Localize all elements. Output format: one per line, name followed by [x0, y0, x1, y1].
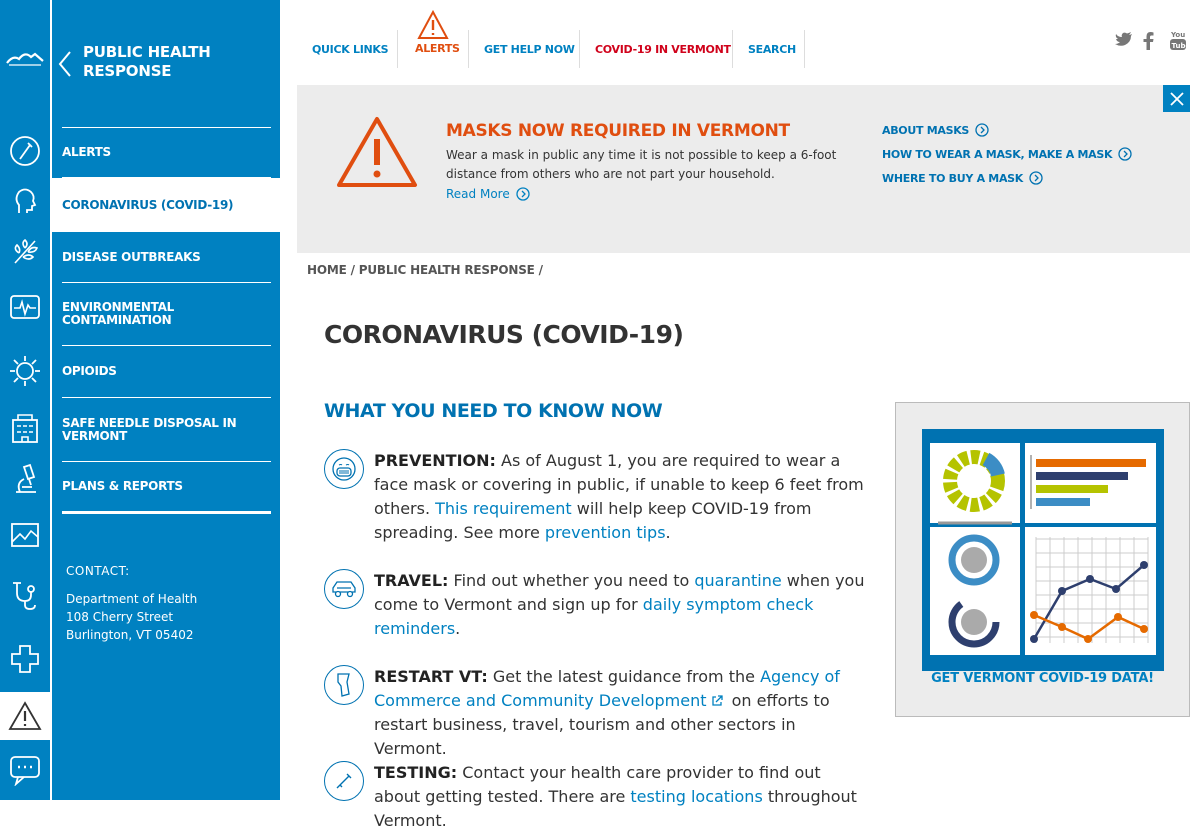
facebook-icon[interactable]: [1142, 32, 1154, 50]
nav-divider: [468, 30, 469, 68]
where-to-buy-mask-link[interactable]: WHERE TO BUY A MASK: [882, 166, 1132, 190]
nav-item-alerts[interactable]: ALERTS: [62, 128, 271, 178]
section-heading: WHAT YOU NEED TO KNOW NOW: [324, 400, 663, 422]
travel-text-1: Find out whether you need to: [448, 571, 695, 590]
circle-chevron-right-icon: [1118, 147, 1132, 161]
icon-rail: [0, 0, 52, 800]
breadcrumb-separator: /: [538, 263, 543, 277]
contact-street: 108 Cherry Street: [66, 610, 174, 624]
nav-item-opioids[interactable]: OPIOIDS: [62, 346, 271, 398]
alert-triangle-icon: [417, 10, 449, 39]
prevention-label: PREVENTION:: [374, 451, 496, 470]
section-header[interactable]: PUBLIC HEALTH RESPONSE: [52, 40, 280, 90]
breadcrumb-separator: /: [350, 263, 355, 277]
restart-text-1: Get the latest guidance from the: [487, 667, 761, 686]
stethoscope-icon[interactable]: [0, 567, 50, 623]
close-icon: [1169, 91, 1184, 106]
testing-locations-link[interactable]: testing locations: [630, 787, 762, 806]
nav-divider: [732, 30, 733, 68]
logo-icon[interactable]: [0, 0, 50, 118]
contact-block: CONTACT: Department of Health 108 Cherry…: [66, 562, 197, 644]
testing-text: TESTING: Contact your health care provid…: [374, 761, 869, 833]
quick-links-link[interactable]: QUICK LINKS: [312, 30, 389, 68]
prevention-text-3: .: [665, 523, 671, 542]
circle-chevron-right-icon: [516, 187, 530, 201]
vermont-map-icon: [324, 665, 364, 705]
banner-links: ABOUT MASKS HOW TO WEAR A MASK, MAKE A M…: [882, 118, 1132, 190]
twitter-icon[interactable]: [1115, 32, 1133, 48]
nav-divider: [579, 30, 580, 68]
nav-divider: [397, 30, 398, 68]
covid-19-in-vermont-link[interactable]: COVID-19 IN VERMONT: [595, 30, 731, 68]
warning-triangle-icon: [337, 117, 417, 187]
virus-icon[interactable]: [0, 343, 50, 399]
alerts-link[interactable]: ALERTS: [415, 42, 460, 55]
page-title: CORONAVIRUS (COVID-19): [324, 320, 684, 349]
nav-item-safe-needle-disposal[interactable]: SAFE NEEDLE DISPOSAL IN VERMONT: [62, 398, 271, 462]
circle-chevron-right-icon: [1029, 171, 1043, 185]
breadcrumb: HOME / PUBLIC HEALTH RESPONSE /: [307, 263, 543, 277]
section-title[interactable]: PUBLIC HEALTH RESPONSE: [83, 43, 273, 81]
heart-monitor-icon[interactable]: [0, 280, 50, 336]
prevention-tips-link[interactable]: prevention tips: [545, 523, 666, 542]
breadcrumb-home[interactable]: HOME: [307, 263, 347, 277]
alert-banner: MASKS NOW REQUIRED IN VERMONT Wear a mas…: [297, 85, 1190, 253]
contact-city: Burlington, VT 05402: [66, 628, 194, 642]
section-nav: PUBLIC HEALTH RESPONSE ALERTS CORONAVIRU…: [52, 0, 280, 800]
svg-text:You: You: [1170, 31, 1185, 39]
svg-text:Tube: Tube: [1172, 42, 1188, 50]
how-to-wear-mask-link[interactable]: HOW TO WEAR A MASK, MAKE A MASK: [882, 142, 1132, 166]
face-mask-icon: [324, 449, 364, 489]
how-to-wear-mask-label[interactable]: HOW TO WEAR A MASK, MAKE A MASK: [882, 148, 1113, 161]
test-swab-icon: [324, 761, 364, 801]
lab-flask-icon[interactable]: [0, 123, 50, 179]
about-masks-label[interactable]: ABOUT MASKS: [882, 124, 969, 137]
nav-divider: [804, 30, 805, 68]
circle-chevron-right-icon: [975, 123, 989, 137]
about-masks-link[interactable]: ABOUT MASKS: [882, 118, 1132, 142]
youtube-icon[interactable]: You Tube: [1169, 30, 1187, 52]
alert-triangle-icon[interactable]: [0, 694, 50, 738]
read-more-link[interactable]: Read More: [446, 187, 530, 201]
building-icon[interactable]: [0, 400, 50, 456]
nav-item-disease-outbreaks[interactable]: DISEASE OUTBREAKS: [62, 232, 271, 283]
nav-item-plans-reports[interactable]: PLANS & REPORTS: [62, 462, 271, 514]
microscope-icon[interactable]: [0, 450, 50, 506]
banner-body: Wear a mask in public any time it is not…: [446, 148, 837, 181]
nav-item-environmental-contamination[interactable]: ENVIRONMENTAL CONTAMINATION: [62, 283, 271, 346]
contact-label: CONTACT:: [66, 564, 130, 578]
plant-icon[interactable]: [0, 223, 50, 279]
contact-org: Department of Health: [66, 592, 198, 606]
alerts-link-group[interactable]: ALERTS: [415, 10, 460, 68]
restart-vt-label: RESTART VT:: [374, 667, 488, 686]
banner-title: MASKS NOW REQUIRED IN VERMONT: [446, 121, 790, 141]
head-profile-icon[interactable]: [0, 173, 50, 229]
read-more-label[interactable]: Read More: [446, 187, 510, 201]
chat-bubble-icon[interactable]: [0, 740, 50, 800]
covid-data-link[interactable]: GET VERMONT COVID-19 DATA!: [896, 671, 1189, 686]
chart-image-icon[interactable]: [0, 507, 50, 563]
travel-text: TRAVEL: Find out whether you need to qua…: [374, 569, 869, 641]
chevron-left-icon[interactable]: [58, 50, 72, 78]
covid-dashboard-image[interactable]: [922, 429, 1164, 671]
search-link[interactable]: SEARCH: [748, 30, 796, 68]
top-nav: QUICK LINKS ALERTS GET HELP NOW COVID-19…: [297, 0, 1200, 85]
travel-label: TRAVEL:: [374, 571, 449, 590]
covid-data-card[interactable]: GET VERMONT COVID-19 DATA!: [895, 402, 1190, 717]
prevention-text: PREVENTION: As of August 1, you are requ…: [374, 449, 869, 545]
get-help-now-link[interactable]: GET HELP NOW: [484, 30, 575, 68]
section-nav-list: ALERTS CORONAVIRUS (COVID-19) DISEASE OU…: [52, 127, 280, 514]
medical-cross-icon[interactable]: [0, 631, 50, 687]
travel-text-3: .: [455, 619, 461, 638]
quarantine-link[interactable]: quarantine: [694, 571, 781, 590]
external-link-icon: [711, 695, 723, 706]
nav-item-coronavirus[interactable]: CORONAVIRUS (COVID-19): [52, 178, 280, 232]
banner-close-button[interactable]: [1163, 85, 1190, 112]
where-to-buy-mask-label[interactable]: WHERE TO BUY A MASK: [882, 172, 1023, 185]
testing-label: TESTING:: [374, 763, 458, 782]
car-icon: [324, 569, 364, 609]
this-requirement-link[interactable]: This requirement: [435, 499, 572, 518]
breadcrumb-section[interactable]: PUBLIC HEALTH RESPONSE: [359, 263, 535, 277]
restart-vt-text: RESTART VT: Get the latest guidance from…: [374, 665, 869, 761]
